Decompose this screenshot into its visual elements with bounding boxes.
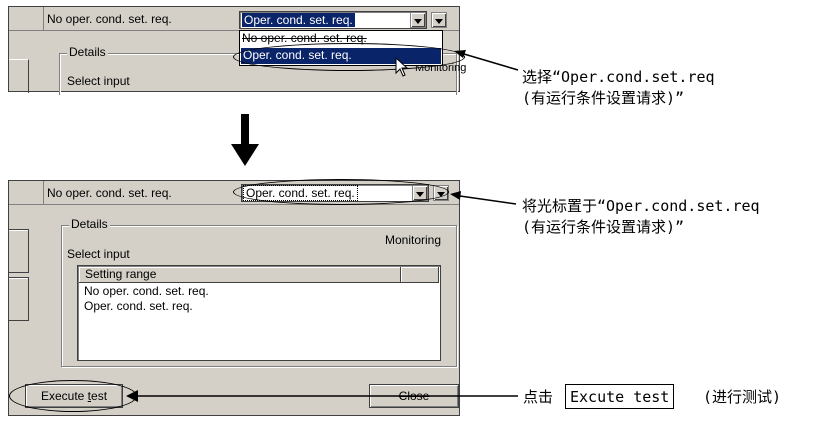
blank-column-header[interactable] [401,267,439,283]
note1-line1: 选择“Oper.cond.set.req [522,68,715,86]
left-tab-1[interactable] [9,229,29,273]
top-details-label: Details [67,45,108,59]
down-arrow-icon [231,114,259,166]
top-dialog-fragment: No oper. cond. set. req. Oper. cond. set… [8,6,466,95]
select-input-label: Select input [67,247,130,261]
list-item[interactable]: Oper. cond. set. req. [84,299,193,313]
selection-highlight-oval [233,43,465,71]
status-divider [43,181,44,204]
note3-pre: 点击 [523,388,554,406]
note3-arrow [126,390,518,402]
extra-dropdown-button[interactable] [431,12,447,28]
mouse-cursor-icon [395,57,409,77]
bottom-details-label: Details [69,217,110,231]
left-tab-2[interactable] [9,277,29,321]
top-select-input-label: Select input [67,74,130,88]
note2-line2: (有运行条件设置请求)” [522,218,685,236]
note3-post: (进行测试) [703,388,782,406]
setting-range-header-label: Setting range [85,267,157,281]
note3-boxed-label: Excute test [565,384,675,409]
status-divider [43,7,44,30]
top-status-text: No oper. cond. set. req. [47,12,172,26]
monitoring-label: Monitoring [385,233,442,247]
note1-arrow [454,50,519,71]
bottom-row-separator [9,204,459,205]
list-item[interactable]: No oper. cond. set. req. [84,284,209,298]
note2-line1: 将光标置于“Oper.cond.set.req [522,197,760,215]
bottom-status-text: No oper. cond. set. req. [47,186,172,200]
top-condition-combo[interactable]: Oper. cond. set. req. [239,11,427,29]
chevron-down-icon[interactable] [410,12,426,28]
setting-range-list[interactable]: Setting range No oper. cond. set. req. O… [77,265,441,361]
note2-arrow [450,191,517,205]
setting-range-header[interactable]: Setting range [79,267,401,283]
note1-line2: (有运行条件设置请求)” [522,89,685,107]
bottom-dialog: No oper. cond. set. req. Oper. cond. set… [8,179,460,416]
top-left-tab [9,59,29,93]
combo-highlight-oval [233,179,449,205]
top-combo-value: Oper. cond. set. req. [242,13,355,27]
execute-highlight-oval [9,380,137,412]
